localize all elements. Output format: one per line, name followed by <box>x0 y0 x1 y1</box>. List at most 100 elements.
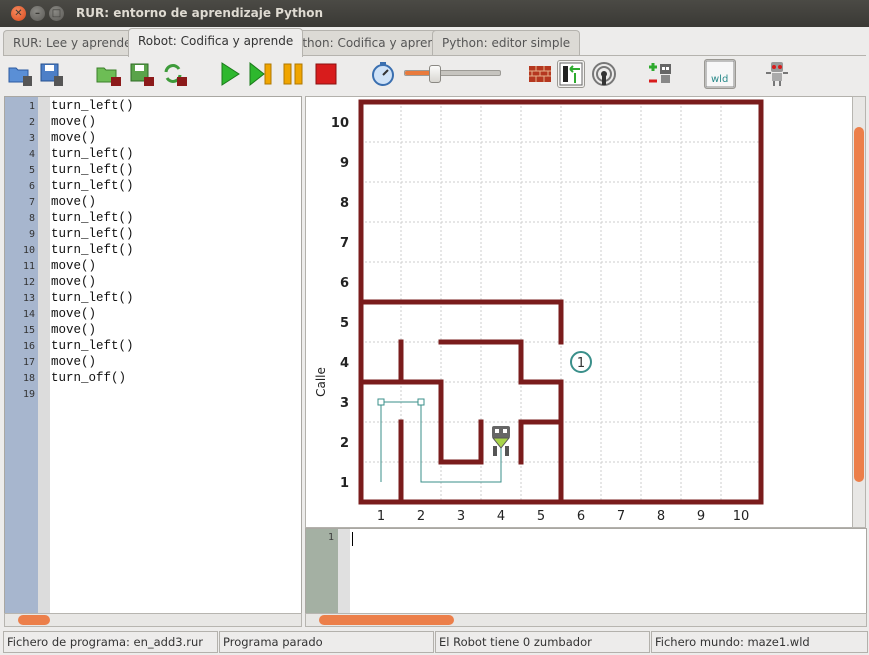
code-line[interactable]: turn_left() <box>51 243 134 257</box>
close-icon: ✕ <box>14 8 23 19</box>
tab-robot-code[interactable]: Robot: Codifica y aprende <box>128 28 304 57</box>
code-line[interactable]: turn_left() <box>51 211 134 225</box>
maximize-window-button[interactable]: □ <box>49 6 64 21</box>
status-beepers: El Robot tiene 0 zumbador <box>435 631 650 653</box>
trace-marker <box>377 398 385 406</box>
trace-marker <box>417 398 425 406</box>
speed-slider-handle[interactable] <box>428 65 441 83</box>
stop-button[interactable] <box>312 60 340 88</box>
program-editor[interactable]: 1 2 3 4 5 6 7 8 9 10 11 12 13 14 15 16 17 18 19 turn_left(… <box>4 96 302 616</box>
code-line[interactable]: move() <box>51 131 96 145</box>
code-line[interactable]: turn_left() <box>51 291 134 305</box>
status-program-state: Programa parado <box>219 631 434 653</box>
world-view[interactable]: 1 1 2 3 4 5 6 7 8 9 10 1 2 3 4 5 6 7 8 9 10 Calle <box>305 96 854 528</box>
tab-python-editor[interactable]: Python: editor simple <box>432 30 581 56</box>
run-button[interactable] <box>216 60 244 88</box>
add-robot-icon <box>649 63 671 83</box>
wall-button[interactable] <box>526 60 554 88</box>
world-canvas: 1 1 2 3 4 5 6 7 8 9 10 1 2 3 4 5 6 7 8 9 10 Calle <box>314 99 764 524</box>
fold-margin <box>38 97 50 615</box>
x-tick-label: 7 <box>617 509 625 524</box>
code-line[interactable]: turn_left() <box>51 179 134 193</box>
line-number: 8 <box>28 213 35 224</box>
tab-bar: RUR: Lee y aprende Robot: Codifica y apr… <box>3 28 869 57</box>
beeper-icon <box>592 62 616 86</box>
robot-settings-button[interactable] <box>763 60 791 88</box>
tab-rur-read[interactable]: RUR: Lee y aprende <box>3 30 142 56</box>
line-number: 6 <box>28 181 35 192</box>
resize-world-button[interactable] <box>557 60 585 88</box>
pause-button[interactable] <box>279 60 307 88</box>
open-program-button[interactable] <box>6 60 34 88</box>
x-tick-label: 1 <box>377 509 385 524</box>
speed-slider[interactable] <box>404 65 501 83</box>
world-file-button[interactable]: wld <box>704 59 736 89</box>
line-number-gutter: 1 2 3 4 5 6 7 8 9 10 11 12 13 14 15 16 17 18 19 <box>5 97 38 615</box>
world-vscroll-thumb[interactable] <box>854 127 864 482</box>
code-line[interactable]: move() <box>51 195 96 209</box>
y-tick-label: 9 <box>340 156 349 171</box>
y-tick-label: 2 <box>340 436 349 451</box>
world-file-label: wld <box>711 74 728 85</box>
code-line[interactable]: move() <box>51 307 96 321</box>
minimize-window-button[interactable]: – <box>30 6 45 21</box>
code-line[interactable]: move() <box>51 323 96 337</box>
output-console[interactable]: 1 <box>305 528 867 616</box>
line-number: 18 <box>22 373 35 384</box>
line-number: 13 <box>22 293 35 304</box>
beeper-count: 1 <box>577 356 585 371</box>
title-bar: ✕ – □ RUR: entorno de aprendizaje Python <box>0 0 869 27</box>
line-number: 5 <box>28 165 35 176</box>
editor-hscroll-thumb[interactable] <box>18 615 50 625</box>
add-robot-button[interactable] <box>647 60 675 88</box>
code-line[interactable]: move() <box>51 355 96 369</box>
line-number: 2 <box>28 117 35 128</box>
run-icon <box>221 62 240 86</box>
line-number: 1 <box>28 101 35 112</box>
line-number: 14 <box>22 309 35 320</box>
line-number: 12 <box>22 277 35 288</box>
open-world-button[interactable] <box>94 60 122 88</box>
code-line[interactable]: turn_left() <box>51 147 134 161</box>
step-button[interactable] <box>247 60 275 88</box>
save-world-button[interactable] <box>127 60 155 88</box>
open-world-icon <box>96 67 121 86</box>
maximize-icon: □ <box>51 8 62 19</box>
save-program-icon <box>40 63 63 86</box>
close-window-button[interactable]: ✕ <box>11 6 26 21</box>
robot-leg <box>505 446 509 456</box>
code-line[interactable]: move() <box>51 275 96 289</box>
line-number: 3 <box>28 133 35 144</box>
console-hscroll-thumb[interactable] <box>319 615 454 625</box>
reload-world-icon <box>164 64 187 86</box>
reload-world-button[interactable] <box>160 60 188 88</box>
code-line[interactable]: move() <box>51 259 96 273</box>
y-tick-label: 3 <box>340 396 349 411</box>
save-program-button[interactable] <box>37 60 65 88</box>
open-program-icon <box>8 67 32 86</box>
code-line[interactable]: move() <box>51 115 96 129</box>
line-number: 11 <box>22 261 35 272</box>
speed-timer-button[interactable] <box>369 60 397 88</box>
code-line[interactable]: turn_left() <box>51 163 134 177</box>
robot-settings-icon <box>766 62 788 86</box>
x-tick-label: 5 <box>537 509 545 524</box>
editor-hscrollbar[interactable] <box>4 613 302 627</box>
resize-world-icon <box>559 62 583 86</box>
code-line[interactable]: turn_left() <box>51 339 134 353</box>
line-number: 10 <box>22 245 35 256</box>
code-line[interactable]: turn_off() <box>51 371 126 385</box>
console-line-number: 1 <box>327 532 334 543</box>
beeper-button[interactable] <box>590 60 618 88</box>
line-number: 4 <box>28 149 35 160</box>
y-tick-label: 10 <box>331 116 349 131</box>
code-line[interactable]: turn_left() <box>51 99 134 113</box>
pause-icon <box>283 63 303 85</box>
code-line[interactable]: turn_left() <box>51 227 134 241</box>
x-tick-label: 2 <box>417 509 425 524</box>
y-tick-label: 7 <box>340 236 349 251</box>
line-number: 7 <box>28 197 35 208</box>
console-hscrollbar[interactable] <box>305 613 867 627</box>
world-vscrollbar[interactable] <box>852 96 866 528</box>
x-tick-label: 9 <box>697 509 705 524</box>
